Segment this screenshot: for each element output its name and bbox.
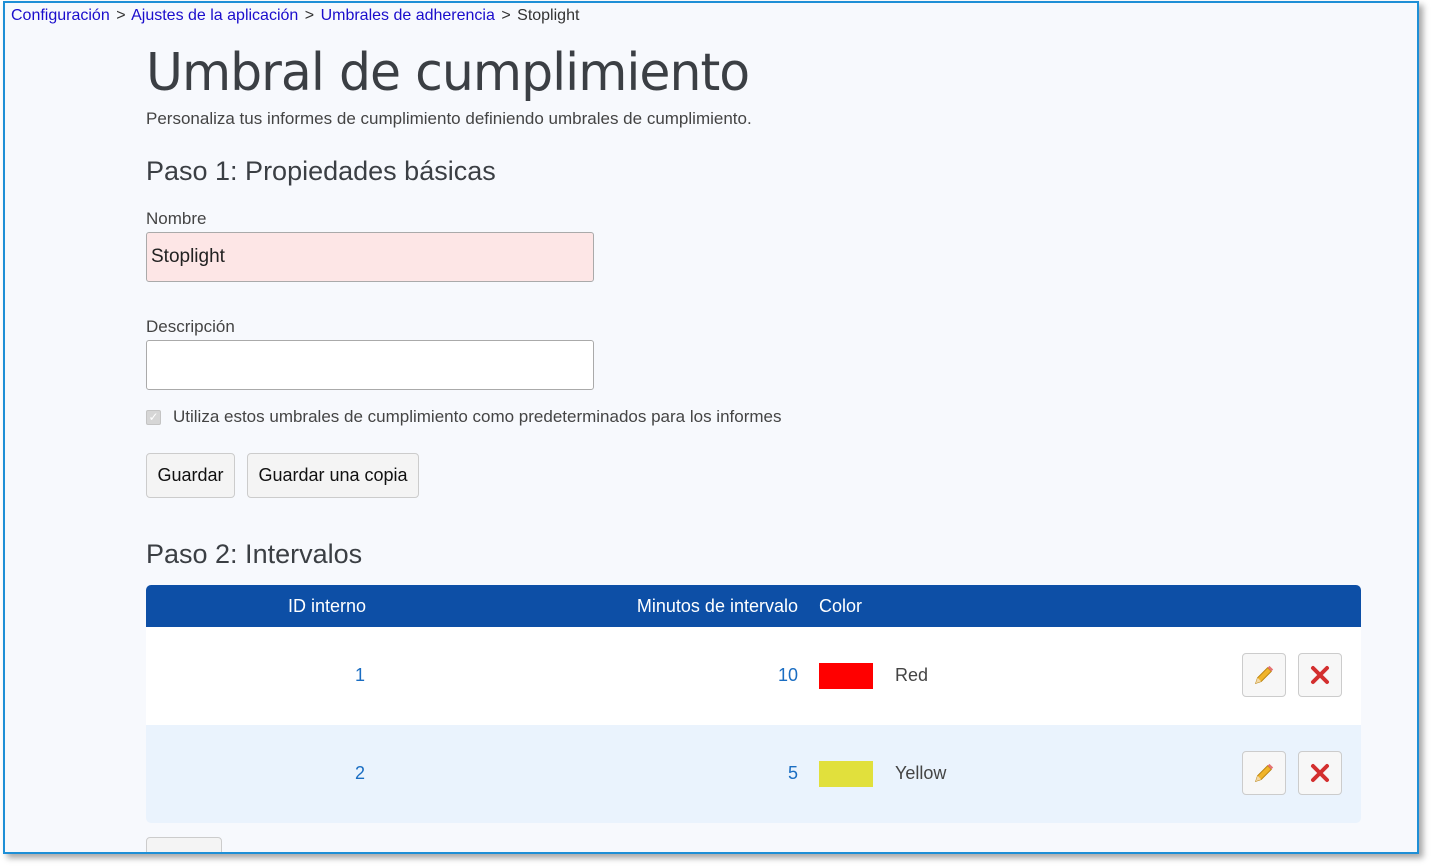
pencil-icon — [1255, 763, 1274, 782]
close-icon — [1311, 666, 1329, 684]
row-color-name: Yellow — [895, 763, 947, 783]
edit-button[interactable] — [1242, 751, 1286, 795]
description-label: Descripción — [146, 317, 235, 336]
close-icon — [1311, 764, 1329, 782]
row-id: 2 — [354, 763, 365, 783]
row-minutes: 10 — [777, 665, 798, 685]
save-copy-button[interactable]: Guardar una copia — [247, 453, 419, 498]
row-id: 1 — [354, 665, 365, 685]
column-header-minutes: Minutos de intervalo — [636, 596, 798, 616]
breadcrumb-separator: > — [116, 7, 126, 24]
step1-title: Paso 1: Propiedades básicas — [146, 156, 496, 186]
table-row: 2 5 Yellow — [146, 725, 1361, 823]
table-header: ID interno Minutos de intervalo Color — [146, 585, 1361, 627]
delete-button[interactable] — [1298, 653, 1342, 697]
default-checkbox-row: ✓ Utiliza estos umbrales de cumplimiento… — [146, 407, 782, 427]
color-swatch — [819, 761, 873, 787]
name-input[interactable]: Stoplight — [146, 232, 594, 282]
pencil-icon — [1255, 665, 1274, 684]
default-checkbox-label: Utiliza estos umbrales de cumplimiento c… — [173, 407, 782, 426]
intervals-table: ID interno Minutos de intervalo Color 1 … — [146, 585, 1361, 823]
breadcrumb-configuracion[interactable]: Configuración — [11, 7, 110, 24]
column-header-id: ID interno — [287, 596, 366, 616]
app-window: Configuración > Ajustes de la aplicación… — [3, 1, 1419, 854]
default-checkbox[interactable]: ✓ — [146, 409, 161, 425]
breadcrumb-separator: > — [304, 7, 315, 24]
color-swatch — [819, 663, 873, 689]
breadcrumb-separator: > — [501, 7, 511, 24]
name-label: Nombre — [146, 209, 207, 228]
breadcrumb: Configuración > Ajustes de la aplicación… — [11, 7, 579, 25]
table-row: 1 10 Red — [146, 627, 1361, 725]
description-input[interactable] — [146, 340, 594, 390]
breadcrumb-umbrales[interactable]: Umbrales de adherencia — [321, 7, 495, 24]
breadcrumb-ajustes[interactable]: Ajustes de la aplicación — [131, 7, 298, 24]
edit-button[interactable] — [1242, 653, 1286, 697]
row-color-name: Red — [895, 665, 929, 685]
page-subtitle: Personaliza tus informes de cumplimiento… — [146, 109, 752, 128]
page-title: Umbral de cumplimiento — [146, 43, 750, 103]
step2-title: Paso 2: Intervalos — [146, 539, 363, 569]
save-button[interactable]: Guardar — [146, 453, 235, 498]
breadcrumb-current: Stoplight — [517, 7, 580, 24]
row-minutes: 5 — [787, 763, 798, 783]
delete-button[interactable] — [1298, 751, 1342, 795]
column-header-color: Color — [819, 596, 863, 616]
add-interval-button[interactable] — [146, 837, 222, 852]
